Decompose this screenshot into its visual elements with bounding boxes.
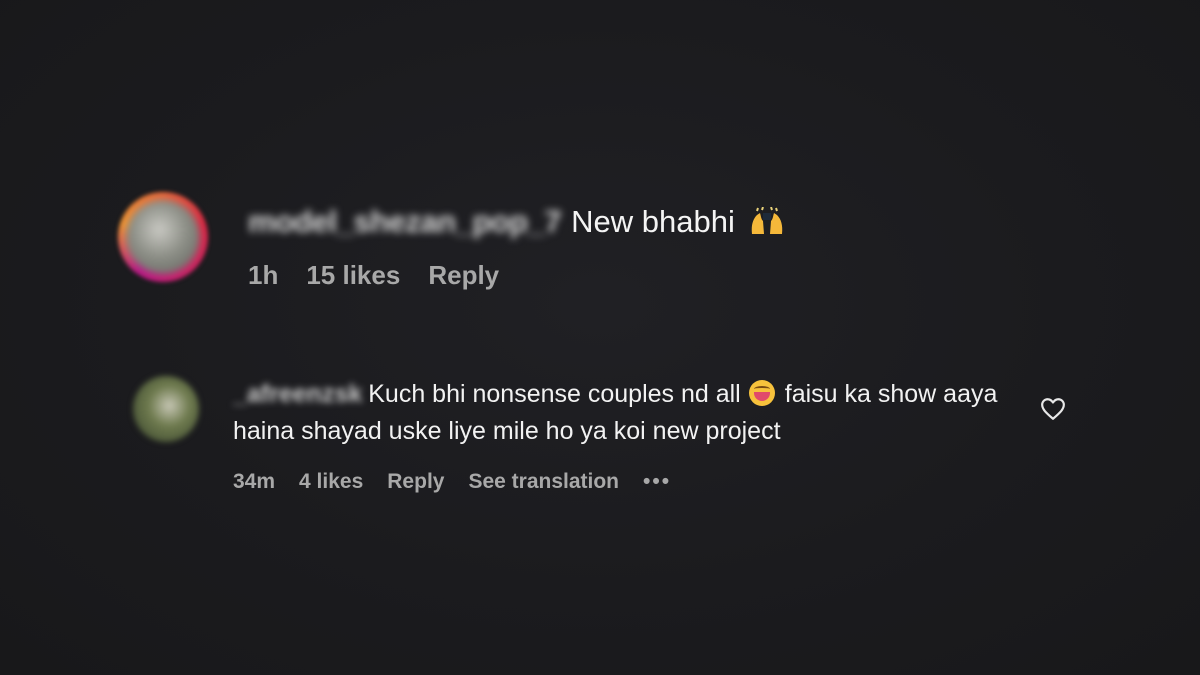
likes-count[interactable]: 15 likes [306, 260, 400, 291]
avatar[interactable] [118, 192, 208, 282]
reply-button[interactable]: Reply [387, 470, 444, 494]
comment-time: 1h [248, 260, 279, 290]
comment-line: model_shezan_pop_7 New bhabhi [248, 202, 785, 242]
username-link[interactable]: _afreenzsk [233, 380, 362, 408]
avatar-image [126, 200, 200, 274]
comment-meta: 1h 15 likes Reply [248, 260, 785, 291]
comment-item: model_shezan_pop_7 New bhabhi 1h 15 like… [118, 192, 785, 291]
comment-time: 34m [233, 470, 276, 493]
username-link[interactable]: model_shezan_pop_7 [248, 202, 562, 242]
avatar[interactable] [133, 376, 199, 442]
comment-body: _afreenzsk Kuch bhi nonsense couples nd a… [233, 376, 1033, 494]
comment-text: New bhabhi [571, 204, 735, 239]
comment-body: model_shezan_pop_7 New bhabhi 1h 15 like… [248, 192, 785, 291]
comment-item: _afreenzsk Kuch bhi nonsense couples nd a… [133, 376, 1073, 494]
see-translation-button[interactable]: See translation [468, 470, 619, 494]
comment-text-block: _afreenzsk Kuch bhi nonsense couples nd a… [233, 376, 1033, 450]
raising-hands-emoji-icon [749, 206, 785, 237]
likes-count[interactable]: 4 likes [299, 470, 363, 494]
comment-text: Kuch bhi nonsense couples nd all [368, 380, 741, 408]
more-options-icon[interactable]: ••• [643, 470, 671, 494]
laughing-emoji-icon [748, 380, 775, 406]
background [0, 0, 1200, 675]
reply-button[interactable]: Reply [428, 260, 499, 291]
comment-meta: 34m 4 likes Reply See translation ••• [233, 470, 1033, 494]
heart-outline-icon[interactable] [1040, 397, 1066, 421]
